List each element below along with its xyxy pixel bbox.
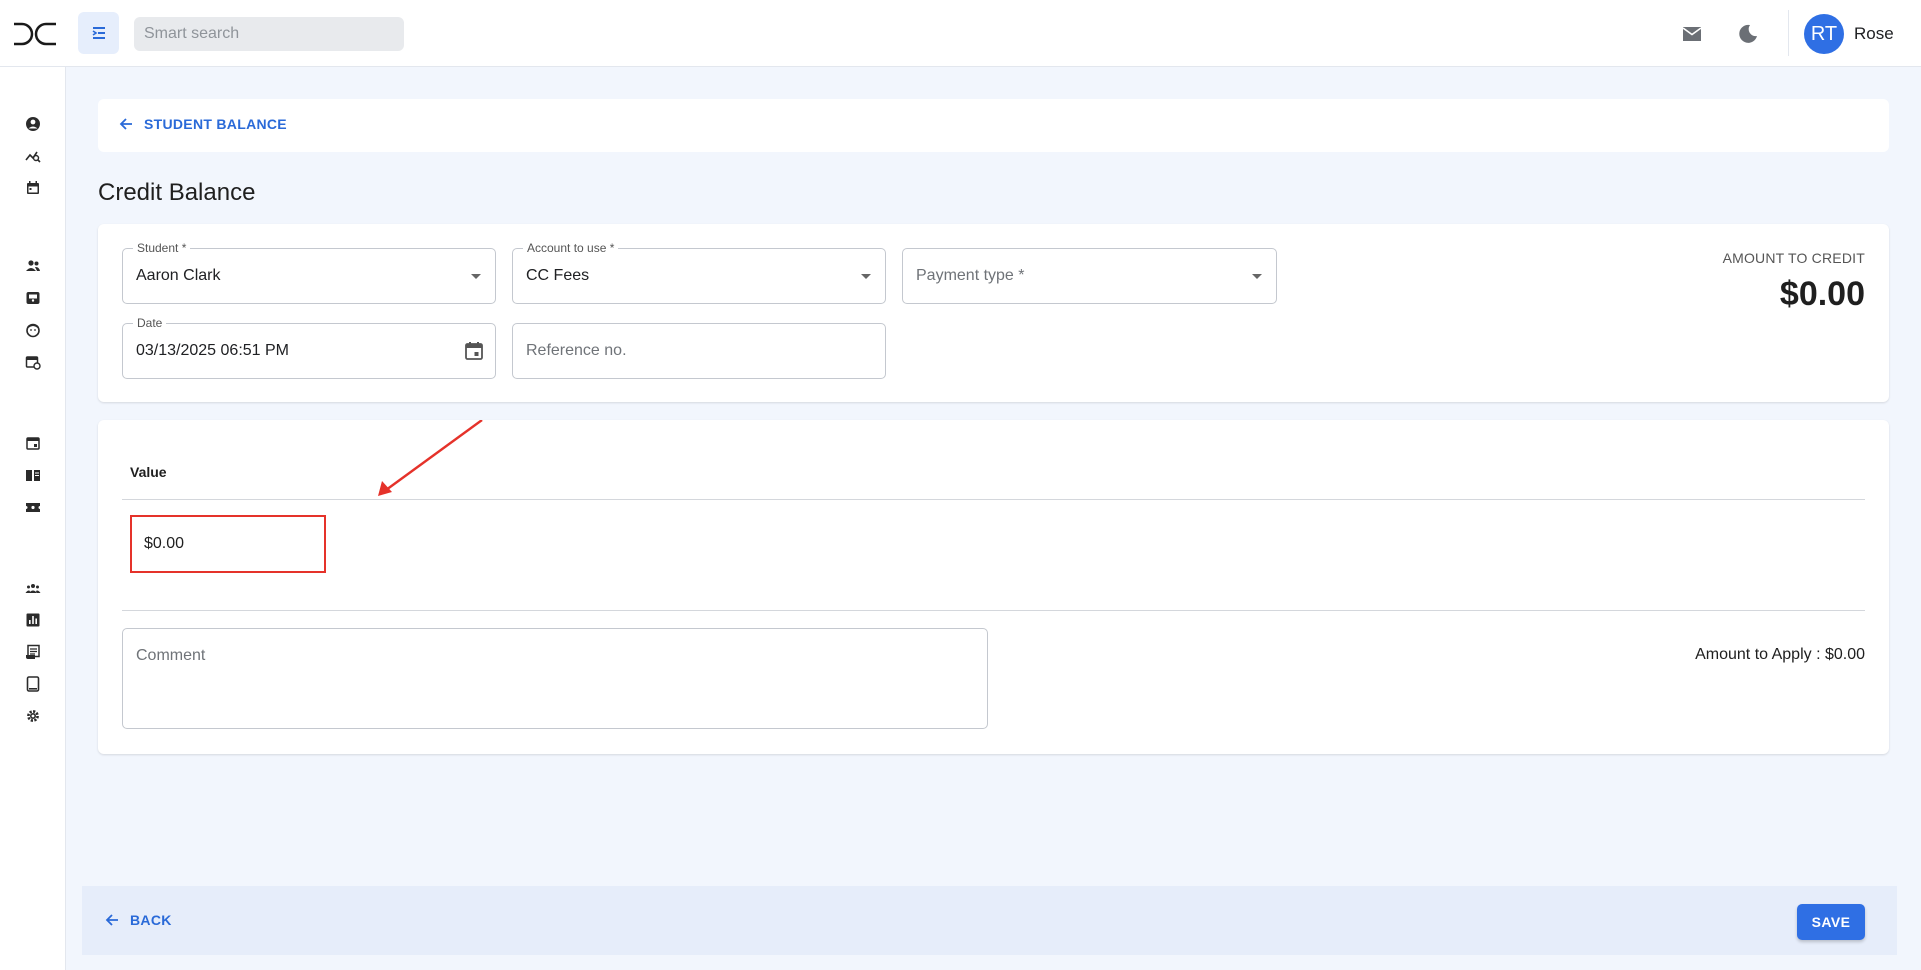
- collapse-menu-button[interactable]: [78, 12, 119, 54]
- student-value: Aaron Clark: [136, 267, 221, 284]
- event-icon[interactable]: [25, 435, 41, 451]
- chevron-down-icon: [1252, 274, 1262, 279]
- chevron-down-icon: [861, 274, 871, 279]
- avatar[interactable]: RT: [1804, 14, 1844, 54]
- moon-icon[interactable]: [1736, 22, 1760, 46]
- breadcrumb-label: STUDENT BALANCE: [144, 116, 287, 132]
- reference-placeholder: Reference no.: [526, 342, 627, 359]
- chevron-down-icon: [471, 274, 481, 279]
- smart-search-input[interactable]: [134, 17, 404, 51]
- groups-icon[interactable]: [25, 580, 41, 596]
- back-button[interactable]: BACK: [104, 912, 172, 928]
- date-field[interactable]: Date 03/13/2025 06:51 PM: [122, 316, 496, 379]
- value-input[interactable]: $0.00: [130, 515, 326, 573]
- amount-to-credit-label: AMOUNT TO CREDIT: [1722, 250, 1865, 266]
- student-select[interactable]: Student * Aaron Clark: [122, 241, 496, 304]
- account-select[interactable]: Account to use * CC Fees: [512, 241, 886, 304]
- sidebar: [0, 67, 66, 970]
- inbox-icon[interactable]: [25, 290, 41, 306]
- footer-bar: BACK SAVE: [82, 886, 1897, 955]
- student-balance-link[interactable]: STUDENT BALANCE: [118, 116, 287, 132]
- comment-placeholder: Comment: [136, 647, 206, 664]
- page-title: Credit Balance: [98, 179, 256, 206]
- header-divider: [122, 499, 1865, 500]
- user-name[interactable]: Rose: [1854, 24, 1894, 44]
- tablet-icon[interactable]: [25, 676, 41, 692]
- date-value: 03/13/2025 06:51 PM: [136, 342, 290, 359]
- reference-input[interactable]: Reference no.: [512, 323, 886, 379]
- payment-type-select[interactable]: Payment type *: [902, 248, 1277, 304]
- arrow-left-icon: [105, 914, 118, 926]
- people-icon[interactable]: [25, 258, 41, 274]
- collapse-menu-icon: [92, 27, 105, 39]
- student-label: Student *: [133, 241, 191, 255]
- values-card: Value $0.00 Comment Amount to Apply : $0…: [98, 420, 1889, 754]
- receipt-icon[interactable]: [25, 644, 41, 660]
- back-label: BACK: [130, 912, 172, 928]
- account-label: Account to use *: [523, 241, 619, 255]
- arrow-left-icon: [119, 118, 132, 130]
- calendar-icon[interactable]: [25, 180, 41, 196]
- payment-type-placeholder: Payment type *: [916, 267, 1025, 284]
- breadcrumb: STUDENT BALANCE: [98, 99, 1889, 152]
- amount-to-apply: Amount to Apply : $0.00: [1695, 646, 1865, 663]
- dc-logo[interactable]: [12, 22, 58, 46]
- row-divider: [122, 610, 1865, 611]
- mail-icon[interactable]: [1680, 22, 1704, 46]
- credit-form-card: Student * Aaron Clark Account to use * C…: [98, 224, 1889, 402]
- top-bar: RT Rose: [0, 0, 1921, 67]
- face-icon[interactable]: [25, 322, 41, 338]
- account-value: CC Fees: [526, 267, 590, 284]
- annotation-arrow-icon: [378, 420, 483, 496]
- save-button[interactable]: SAVE: [1797, 904, 1865, 940]
- amount-to-credit-value: $0.00: [1779, 275, 1865, 313]
- value-column-header: Value: [130, 464, 167, 480]
- chart-icon[interactable]: [25, 612, 41, 628]
- gear-icon[interactable]: [25, 708, 41, 724]
- ticket-icon[interactable]: [25, 499, 41, 515]
- calendar-icon[interactable]: [463, 340, 485, 362]
- account-circle-icon[interactable]: [25, 116, 41, 132]
- header-divider: [1788, 10, 1789, 56]
- event-repeat-icon[interactable]: [25, 354, 41, 370]
- date-label: Date: [133, 316, 167, 330]
- analytics-icon[interactable]: [25, 148, 41, 164]
- book-icon[interactable]: [25, 467, 41, 483]
- comment-textarea[interactable]: Comment: [122, 628, 988, 729]
